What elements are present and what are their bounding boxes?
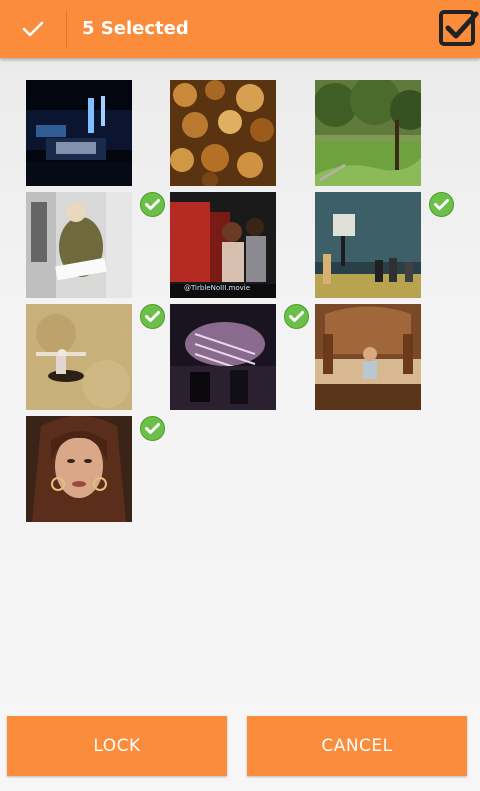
- selection-count-title: 5 Selected: [82, 18, 189, 39]
- thumb-image: [315, 80, 421, 186]
- thumb-image: [170, 80, 276, 186]
- selected-check-icon: [140, 192, 165, 217]
- checkbox-checked-icon: [439, 10, 479, 46]
- video-thumb-1[interactable]: [26, 80, 132, 186]
- video-thumb-5[interactable]: @TirbleNoIII.movie: [170, 192, 276, 298]
- cancel-button[interactable]: CANCEL: [247, 716, 467, 776]
- selected-check-icon: [140, 416, 165, 441]
- thumb-image: [315, 192, 421, 298]
- toolbar-divider: [66, 10, 67, 48]
- video-thumb-8[interactable]: [170, 304, 276, 410]
- thumb-caption: @TirbleNoIII.movie: [184, 284, 251, 292]
- thumb-image: [26, 192, 132, 298]
- selected-check-icon: [429, 192, 454, 217]
- video-thumb-6[interactable]: [315, 192, 421, 298]
- checkmark-icon: [22, 21, 44, 37]
- video-thumb-9[interactable]: [315, 304, 421, 410]
- video-thumb-3[interactable]: [315, 80, 421, 186]
- select-all-button[interactable]: [438, 8, 480, 50]
- thumb-image: [26, 80, 132, 186]
- video-thumb-10[interactable]: [26, 416, 132, 522]
- video-thumb-4[interactable]: [26, 192, 132, 298]
- selected-check-icon: [284, 304, 309, 329]
- top-bar: 5 Selected: [0, 0, 480, 58]
- thumb-image: [170, 304, 276, 410]
- thumb-image: [26, 304, 132, 410]
- lock-button[interactable]: LOCK: [7, 716, 227, 776]
- selected-check-icon: [140, 304, 165, 329]
- video-thumb-7[interactable]: [26, 304, 132, 410]
- done-button[interactable]: [0, 0, 66, 58]
- video-thumb-2[interactable]: [170, 80, 276, 186]
- thumb-image: [170, 192, 276, 298]
- thumb-image: [26, 416, 132, 522]
- thumb-image: [315, 304, 421, 410]
